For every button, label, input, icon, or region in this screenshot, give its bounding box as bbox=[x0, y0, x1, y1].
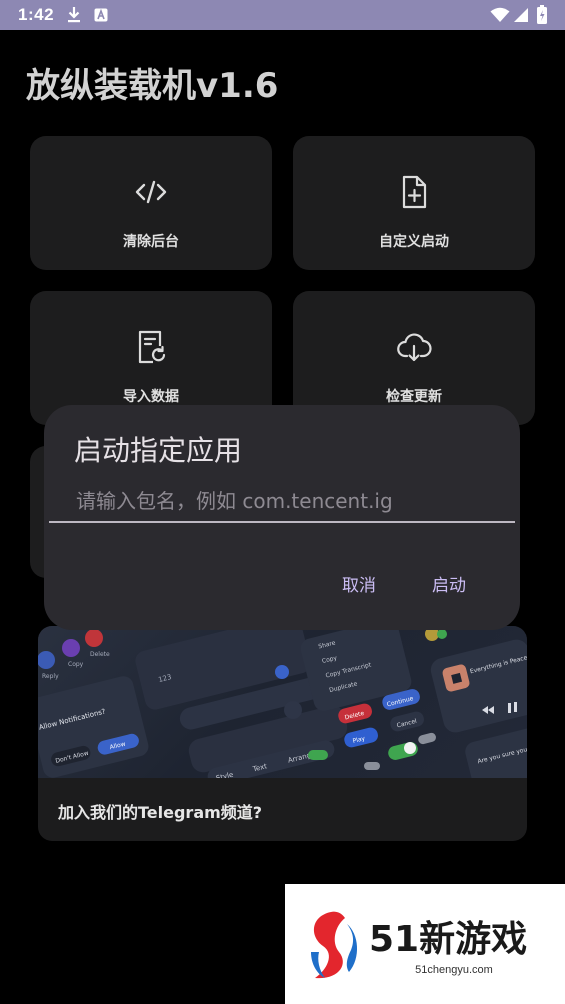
battery-icon bbox=[537, 5, 547, 24]
telegram-banner-image: Reply Copy Delete Allow Notifications? D… bbox=[38, 626, 527, 778]
launch-app-dialog: 启动指定应用 取消 启动 bbox=[44, 405, 520, 630]
code-icon bbox=[135, 180, 167, 204]
tile-label: 检查更新 bbox=[386, 389, 442, 405]
telegram-card[interactable]: Reply Copy Delete Allow Notifications? D… bbox=[38, 626, 527, 841]
svg-text:Reply: Reply bbox=[42, 673, 59, 680]
cancel-button[interactable]: 取消 bbox=[342, 571, 376, 596]
watermark-emblem-icon bbox=[311, 911, 358, 979]
download-icon bbox=[68, 7, 80, 23]
status-bar: 1:42 bbox=[0, 0, 565, 30]
watermark-text: 51新游戏 bbox=[369, 919, 528, 960]
tile-label: 导入数据 bbox=[123, 389, 179, 405]
app-title: 放纵装载机v1.6 bbox=[26, 66, 279, 106]
tile-label: 清除后台 bbox=[123, 234, 179, 250]
watermark-url: 51chengyu.com bbox=[415, 964, 493, 976]
package-name-input[interactable] bbox=[49, 481, 515, 523]
tile-clear-background[interactable]: 清除后台 bbox=[30, 136, 272, 270]
svg-text:Delete: Delete bbox=[90, 651, 110, 658]
file-add-icon bbox=[402, 175, 427, 209]
status-time: 1:42 bbox=[18, 5, 55, 24]
tile-label: 自定义启动 bbox=[379, 234, 449, 250]
app-notification-icon bbox=[94, 8, 108, 22]
launch-button[interactable]: 启动 bbox=[432, 571, 466, 596]
dialog-title: 启动指定应用 bbox=[74, 434, 243, 467]
watermark-logo: 51新游戏 51chengyu.com bbox=[285, 884, 565, 1004]
tile-custom-launch[interactable]: 自定义启动 bbox=[293, 136, 535, 270]
wifi-icon bbox=[490, 7, 510, 22]
telegram-card-caption: 加入我们的Telegram频道? bbox=[58, 803, 263, 822]
cloud-download-icon bbox=[397, 333, 432, 362]
document-refresh-icon bbox=[138, 330, 166, 364]
svg-text:Copy: Copy bbox=[68, 661, 84, 668]
signal-icon bbox=[514, 8, 528, 22]
